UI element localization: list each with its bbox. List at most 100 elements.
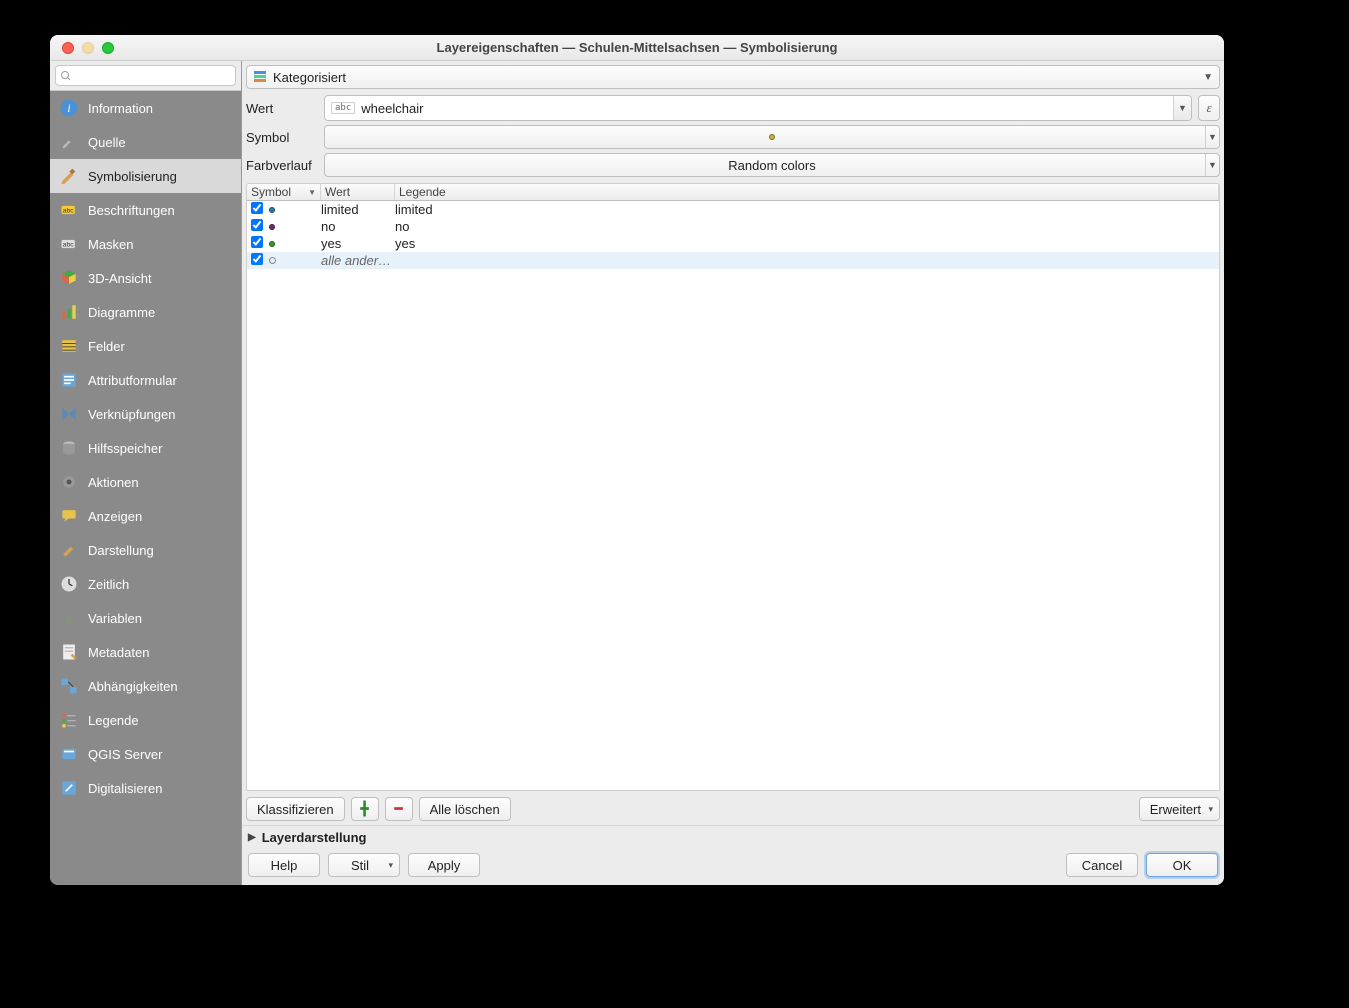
disclosure-triangle-icon: ▶ xyxy=(248,832,256,843)
sidebar-item-dependencies[interactable]: Abhängigkeiten xyxy=(50,669,241,703)
table-row[interactable]: yesyes xyxy=(247,235,1219,252)
legend-icon xyxy=(58,709,80,731)
sidebar-item-variables[interactable]: ε Variablen xyxy=(50,601,241,635)
value-field-text: wheelchair xyxy=(361,101,423,116)
minus-icon: ━ xyxy=(395,801,403,817)
sidebar-item-metadata[interactable]: Metadaten xyxy=(50,635,241,669)
sidebar-item-label: Attributformular xyxy=(88,373,177,388)
row-value: no xyxy=(321,219,395,234)
sidebar-item-display[interactable]: Anzeigen xyxy=(50,499,241,533)
tooltip-icon xyxy=(58,505,80,527)
close-window-button[interactable] xyxy=(62,42,74,54)
expression-button[interactable]: ε xyxy=(1198,95,1220,121)
style-button[interactable]: Stil xyxy=(328,853,400,877)
col-legende[interactable]: Legende xyxy=(395,184,1219,200)
cancel-button[interactable]: Cancel xyxy=(1066,853,1138,877)
variable-icon: ε xyxy=(58,607,80,629)
table-body[interactable]: limitedlimitednonoyesyesalle ander… xyxy=(246,201,1220,791)
table-header: Symbol ▼ Wert Legende xyxy=(246,183,1220,201)
col-wert[interactable]: Wert xyxy=(321,184,395,200)
advanced-button[interactable]: Erweitert xyxy=(1139,797,1220,821)
brush-icon xyxy=(58,165,80,187)
symbol-preview-icon xyxy=(769,134,775,140)
sidebar-item-labels[interactable]: abc Beschriftungen xyxy=(50,193,241,227)
layer-rendering-toggle[interactable]: ▶ Layerdarstellung xyxy=(242,825,1224,851)
sidebar-item-temporal[interactable]: Zeitlich xyxy=(50,567,241,601)
info-icon: i xyxy=(58,97,80,119)
row-legend: yes xyxy=(395,236,1219,251)
text-type-icon: abc xyxy=(331,102,355,114)
plus-icon: ╋ xyxy=(361,801,369,817)
value-field-select[interactable]: abc wheelchair ▼ xyxy=(324,95,1192,121)
table-row[interactable]: alle ander… xyxy=(247,252,1219,269)
help-button[interactable]: Help xyxy=(248,853,320,877)
sidebar-item-rendering[interactable]: Darstellung xyxy=(50,533,241,567)
clock-icon xyxy=(58,573,80,595)
paint-icon xyxy=(58,539,80,561)
sidebar-item-auxstorage[interactable]: Hilfsspeicher xyxy=(50,431,241,465)
row-symbol-icon xyxy=(265,207,321,213)
symbol-button[interactable]: ▼ xyxy=(324,125,1220,149)
mask-icon: abc xyxy=(58,233,80,255)
chevron-down-icon: ▼ xyxy=(1203,72,1213,83)
cube-icon xyxy=(58,267,80,289)
fields-icon xyxy=(58,335,80,357)
table-row[interactable]: nono xyxy=(247,218,1219,235)
sidebar-item-label: Masken xyxy=(88,237,134,252)
sidebar-item-actions[interactable]: Aktionen xyxy=(50,465,241,499)
table-row[interactable]: limitedlimited xyxy=(247,201,1219,218)
sidebar-item-digitizing[interactable]: Digitalisieren xyxy=(50,771,241,805)
colorramp-label: Farbverlauf xyxy=(246,158,318,173)
delete-all-button[interactable]: Alle löschen xyxy=(419,797,511,821)
classify-button[interactable]: Klassifizieren xyxy=(246,797,345,821)
sidebar-item-label: Felder xyxy=(88,339,125,354)
svg-text:abc: abc xyxy=(63,242,74,249)
join-icon xyxy=(58,403,80,425)
categorized-icon xyxy=(253,70,267,84)
row-visibility-checkbox[interactable] xyxy=(251,219,263,231)
row-legend: no xyxy=(395,219,1219,234)
sidebar-item-diagrams[interactable]: Diagramme xyxy=(50,295,241,329)
row-symbol-icon xyxy=(265,257,321,264)
sidebar-search-input[interactable] xyxy=(55,65,236,86)
sidebar-item-label: Legende xyxy=(88,713,139,728)
add-category-button[interactable]: ╋ xyxy=(351,797,379,821)
sidebar-item-source[interactable]: Quelle xyxy=(50,125,241,159)
colorramp-text: Random colors xyxy=(728,158,815,173)
sidebar-item-symbology[interactable]: Symbolisierung xyxy=(50,159,241,193)
svg-text:i: i xyxy=(67,102,70,115)
row-visibility-checkbox[interactable] xyxy=(251,202,263,214)
ok-button[interactable]: OK xyxy=(1146,853,1218,877)
sidebar-item-legend[interactable]: Legende xyxy=(50,703,241,737)
sidebar-item-label: QGIS Server xyxy=(88,747,162,762)
renderer-type-select[interactable]: Kategorisiert ▼ xyxy=(246,65,1220,89)
apply-button[interactable]: Apply xyxy=(408,853,480,877)
sidebar-item-label: Variablen xyxy=(88,611,142,626)
wrench-icon xyxy=(58,131,80,153)
document-icon xyxy=(58,641,80,663)
minimize-window-button[interactable] xyxy=(82,42,94,54)
sidebar-item-3dview[interactable]: 3D-Ansicht xyxy=(50,261,241,295)
dialog-footer: Help Stil Apply Cancel OK xyxy=(242,851,1224,885)
colorramp-button[interactable]: Random colors ▼ xyxy=(324,153,1220,177)
sidebar-item-joins[interactable]: Verknüpfungen xyxy=(50,397,241,431)
sidebar-item-qgisserver[interactable]: QGIS Server xyxy=(50,737,241,771)
sidebar-item-masks[interactable]: abc Masken xyxy=(50,227,241,261)
maximize-window-button[interactable] xyxy=(102,42,114,54)
row-value: yes xyxy=(321,236,395,251)
gear-icon xyxy=(58,471,80,493)
value-label: Wert xyxy=(246,101,318,116)
sidebar-item-fields[interactable]: Felder xyxy=(50,329,241,363)
sidebar-item-information[interactable]: i Information xyxy=(50,91,241,125)
sidebar-item-label: Digitalisieren xyxy=(88,781,162,796)
sidebar-item-label: Zeitlich xyxy=(88,577,129,592)
sidebar-item-attributeform[interactable]: Attributformular xyxy=(50,363,241,397)
sidebar-item-label: Verknüpfungen xyxy=(88,407,175,422)
row-visibility-checkbox[interactable] xyxy=(251,253,263,265)
remove-category-button[interactable]: ━ xyxy=(385,797,413,821)
form-icon xyxy=(58,369,80,391)
row-visibility-checkbox[interactable] xyxy=(251,236,263,248)
col-symbol[interactable]: Symbol ▼ xyxy=(247,184,321,200)
chevron-down-icon: ▼ xyxy=(1173,96,1191,120)
label-icon: abc xyxy=(58,199,80,221)
